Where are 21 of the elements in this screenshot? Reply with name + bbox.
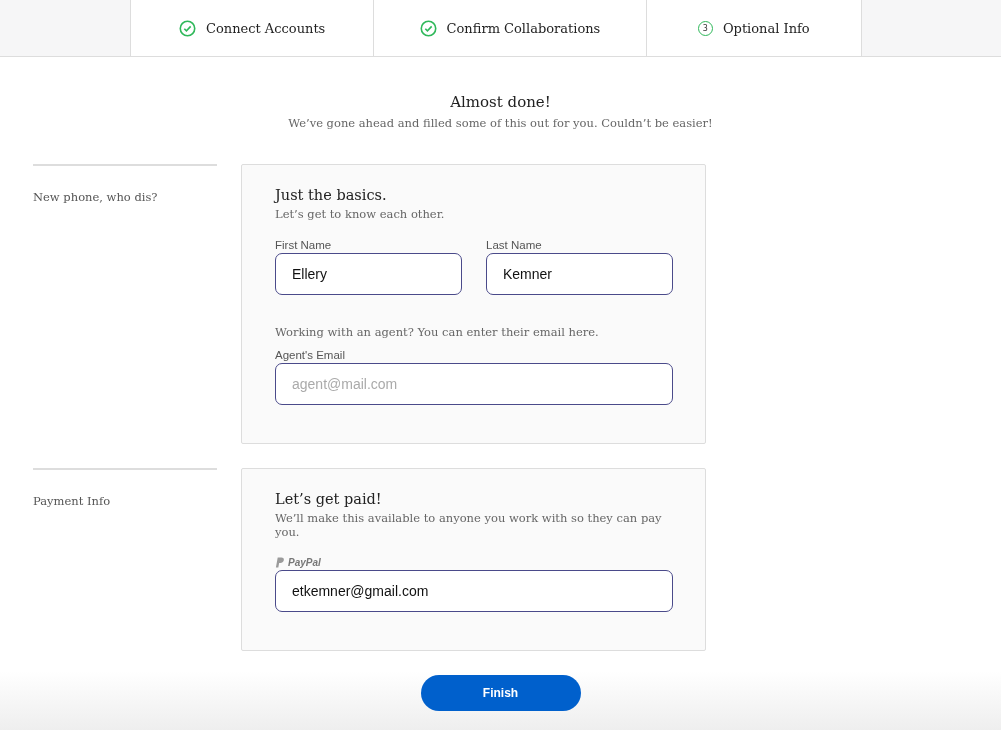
check-circle-icon	[419, 19, 437, 37]
card-subtitle: Let’s get to know each other.	[275, 207, 446, 221]
card-title: Let’s get paid!	[275, 491, 383, 507]
field-label: Last Name	[486, 239, 543, 251]
text-field[interactable]: Kemner	[486, 253, 673, 295]
text-field[interactable]: Ellery	[275, 253, 462, 295]
page-title: Almost done!	[449, 93, 552, 111]
finish-button[interactable]: Finish	[420, 675, 581, 711]
field-label: First Name	[275, 239, 333, 251]
email-field[interactable]: agent@mail.com	[275, 363, 673, 405]
check-circle-icon	[179, 19, 196, 37]
agent-note: Working with an agent? You can enter their email here.	[275, 325, 600, 339]
email-field[interactable]: etkemner@gmail.com	[275, 570, 673, 612]
card-title: Just the basics.	[275, 187, 388, 203]
paypal-logo-icon	[275, 557, 284, 568]
section-label: New phone, who dis?	[33, 190, 159, 204]
field-label: PayPal	[288, 557, 321, 568]
card-subtitle: We’ll make this available to anyone you work with so they can pay you.	[275, 511, 663, 539]
field-label: Agent's Email	[275, 349, 346, 361]
section-label: Payment Info	[33, 494, 112, 508]
page-subtitle: We’ve gone ahead and filled some of this out for you. Couldn’t be easier!	[287, 116, 714, 130]
